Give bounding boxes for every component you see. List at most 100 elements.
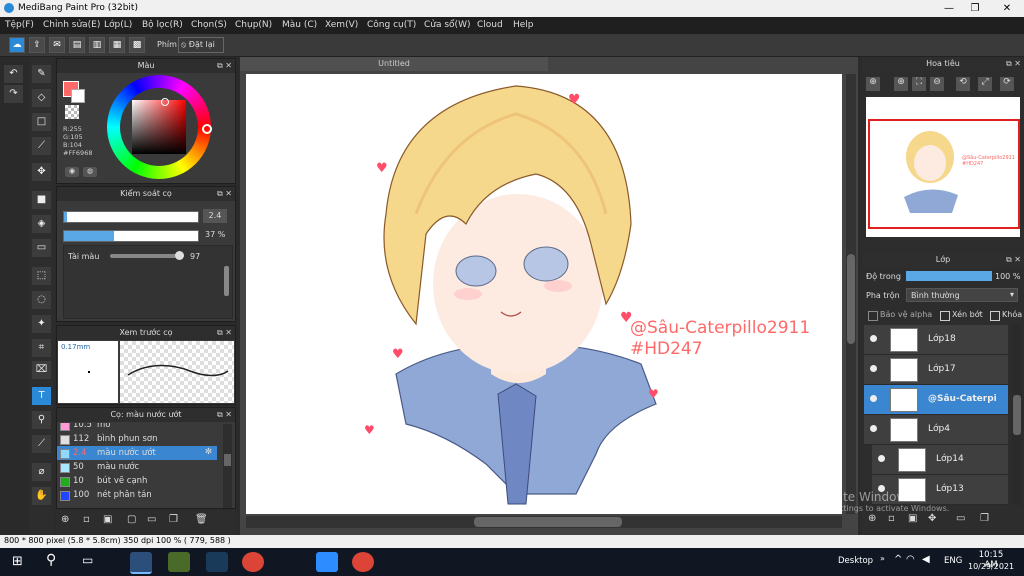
duplicate-layer-icon[interactable]: ❐ xyxy=(980,513,989,524)
menu-filter[interactable]: Bộ lọc(R) xyxy=(142,20,183,30)
gear-icon[interactable]: ✼ xyxy=(205,447,212,457)
zoom-out-icon[interactable]: ⊖ xyxy=(930,77,944,91)
hand-tool-icon[interactable]: ✋ xyxy=(32,487,51,505)
visibility-eye-icon[interactable] xyxy=(870,395,877,402)
task-view-icon[interactable]: ▭ xyxy=(82,553,93,567)
select-rect-tool-icon[interactable]: ⬚ xyxy=(32,267,51,285)
rotate-left-icon[interactable]: ⟲ xyxy=(956,77,970,91)
menu-cloud[interactable]: Cloud xyxy=(477,20,503,30)
menu-capture[interactable]: Chụp(N) xyxy=(235,20,272,30)
navigator-thumbnail[interactable]: @Sâu-Caterpillo2911 #HD247 xyxy=(866,97,1020,237)
brush-size-value[interactable]: 2.4 xyxy=(203,209,227,223)
chevron-right-icon[interactable]: » xyxy=(880,554,885,563)
zoom-hand-tool-icon[interactable]: ⚲ xyxy=(32,411,51,429)
drawing-canvas[interactable]: ♥ ♥ ♥ ♥ ♥ ♥ @Sâu-Caterpillo2911 #HD247 xyxy=(246,74,842,514)
zoom-icon[interactable]: ⊕ xyxy=(894,77,908,91)
lock-checkbox[interactable] xyxy=(990,311,1000,321)
eyedrop-small-icon[interactable]: ◍ xyxy=(83,167,97,177)
message-icon[interactable]: ▤ xyxy=(69,37,85,53)
rotate-right-icon[interactable]: ⟳ xyxy=(1000,77,1014,91)
clock-date[interactable]: 10/29/2021 xyxy=(968,562,1014,571)
menu-file[interactable]: Tệp(F) xyxy=(5,20,34,30)
blend-mode-select[interactable]: Bình thường ▾ xyxy=(906,288,1018,302)
flip-icon[interactable]: ⤢ xyxy=(978,77,992,91)
panel-pin-close-icons[interactable]: ⧉ ✕ xyxy=(217,408,232,422)
eraser-tool-icon[interactable]: ◇ xyxy=(32,89,51,107)
layer-list-scrollbar[interactable] xyxy=(1012,325,1022,505)
rectangle-tool-icon[interactable]: □ xyxy=(32,113,51,131)
panel-pin-close-icons[interactable]: ⧉ ✕ xyxy=(1006,253,1021,267)
material-slider[interactable] xyxy=(110,251,184,260)
panel-pin-close-icons[interactable]: ⧉ ✕ xyxy=(217,59,232,73)
move-tool-icon[interactable]: ✥ xyxy=(32,163,51,181)
fill-rect-tool-icon[interactable]: ■ xyxy=(32,191,51,209)
add-layer-icon[interactable]: ⊕ xyxy=(868,513,876,524)
chevron-up-icon[interactable]: ^ xyxy=(894,554,902,565)
settings-scrollbar[interactable] xyxy=(224,266,229,296)
pen-tool-icon[interactable]: ✎ xyxy=(32,65,51,83)
search-icon[interactable]: ⚲ xyxy=(46,552,56,568)
brush-size-slider[interactable] xyxy=(63,211,199,223)
delete-brush-icon[interactable]: 🗑 xyxy=(195,514,211,528)
lasso-tool-icon[interactable]: ◌ xyxy=(32,291,51,309)
edit-brush-icon[interactable]: ▢ xyxy=(127,514,143,528)
zoom-taskbar-icon[interactable] xyxy=(316,552,338,572)
brush-list-item[interactable]: 10 bút vẽ cạnh xyxy=(57,474,217,488)
gradient-tool-icon[interactable]: ▭ xyxy=(32,239,51,257)
menu-edit[interactable]: Chỉnh sửa(E) xyxy=(43,20,100,30)
undo-button[interactable]: ↶ xyxy=(4,65,23,83)
maximize-button[interactable]: ❐ xyxy=(960,0,990,17)
canvas-tab[interactable]: Untitled xyxy=(240,57,548,71)
eyedropper-tool-icon[interactable]: ⟋ xyxy=(32,435,51,453)
visibility-eye-icon[interactable] xyxy=(878,455,885,462)
copy-brush-icon[interactable]: ❐ xyxy=(169,514,185,528)
brush-list-item[interactable]: 50 màu nước xyxy=(57,460,217,474)
visibility-eye-icon[interactable] xyxy=(870,425,877,432)
add-brush-icon[interactable]: ⊕ xyxy=(61,514,77,528)
brush-list-item[interactable]: 100 nét phân tán xyxy=(57,488,217,502)
layer-row[interactable]: Lớp14 xyxy=(872,445,1008,475)
medibang-taskbar-icon[interactable] xyxy=(130,552,152,574)
protect-alpha-checkbox[interactable] xyxy=(868,311,878,321)
menu-window[interactable]: Cửa sổ(W) xyxy=(424,20,470,30)
select-eraser-tool-icon[interactable]: ⌧ xyxy=(32,361,51,379)
color-picker-cursor[interactable] xyxy=(161,98,169,106)
comment-icon[interactable]: ✉ xyxy=(49,37,65,53)
reset-button[interactable]: ⦸ Đặt lại xyxy=(178,37,224,53)
brush-list-item[interactable]: 2.4 màu nước ướt ✼ xyxy=(57,446,217,460)
close-button[interactable]: ✕ xyxy=(992,0,1022,17)
wifi-icon[interactable]: ◠ xyxy=(906,554,915,565)
layer-settings-icon[interactable]: ▣ xyxy=(908,513,917,524)
brush-list-item[interactable]: 10.5 mờ xyxy=(57,423,217,432)
language-indicator[interactable]: ENG xyxy=(944,556,962,566)
vertical-scrollbar[interactable] xyxy=(846,74,856,514)
menu-select[interactable]: Chọn(S) xyxy=(191,20,227,30)
panel-pin-close-icons[interactable]: ⧉ ✕ xyxy=(1006,57,1021,71)
palette-icon[interactable]: ◉ xyxy=(65,167,79,177)
magic-wand-tool-icon[interactable]: ✦ xyxy=(32,315,51,333)
select-pen-tool-icon[interactable]: ⌗ xyxy=(32,339,51,357)
saturation-value-square[interactable] xyxy=(132,100,186,154)
speaker-icon[interactable]: ◀ xyxy=(922,554,930,565)
transparent-swatch[interactable] xyxy=(65,105,79,119)
folder-icon[interactable]: ▭ xyxy=(147,514,163,528)
redo-button[interactable]: ↷ xyxy=(4,85,23,103)
menu-help[interactable]: Help xyxy=(513,20,534,30)
chrome-taskbar-icon-2[interactable] xyxy=(352,552,374,572)
layer-row[interactable]: Lớp4 xyxy=(864,415,1008,445)
zoom-in-icon[interactable]: ⊕ xyxy=(866,77,880,91)
desktop-label[interactable]: Desktop xyxy=(838,556,873,566)
navigator-viewport[interactable] xyxy=(868,119,1020,229)
fit-icon[interactable]: ⛶ xyxy=(912,77,926,91)
layer-row[interactable]: @Sâu-Caterpi xyxy=(864,385,1008,415)
visibility-eye-icon[interactable] xyxy=(870,365,877,372)
panel-pin-close-icons[interactable]: ⧉ ✕ xyxy=(217,326,232,340)
visibility-eye-icon[interactable] xyxy=(870,335,877,342)
panel-pin-close-icons[interactable]: ⧉ ✕ xyxy=(217,187,232,201)
chrome-taskbar-icon[interactable] xyxy=(242,552,264,572)
layer-row[interactable]: Lớp18 xyxy=(864,325,1008,355)
line-tool-icon[interactable]: ⟋ xyxy=(32,137,51,155)
new-brush-icon[interactable]: ▫ xyxy=(83,514,99,528)
dropper-tool-icon[interactable]: ⌀ xyxy=(32,463,51,481)
menu-tools[interactable]: Công cụ(T) xyxy=(367,20,416,30)
